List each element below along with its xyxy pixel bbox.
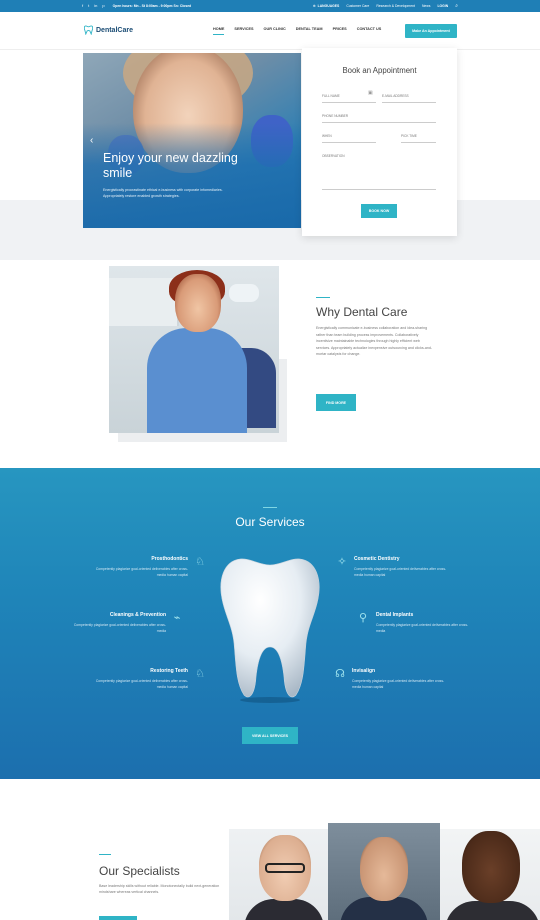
email-label: E-MAIL ADDRESS: [382, 94, 409, 98]
photo-face: [175, 274, 221, 332]
services-accent-line: [263, 507, 277, 508]
nav-home[interactable]: HOME: [213, 27, 225, 35]
language-label: LANGUAGES: [317, 4, 340, 8]
image-frame-right: [279, 359, 287, 442]
specialists-text: Base leadership skills without reliable.…: [99, 884, 220, 894]
service-text: Competently plagiarize goal-oriented del…: [73, 622, 166, 633]
specialists-button[interactable]: [99, 916, 137, 920]
why-title: Why Dental Care: [316, 305, 408, 319]
search-icon[interactable]: ⌕: [455, 3, 458, 9]
nav-dental-team[interactable]: DENTAL TEAM: [296, 27, 323, 35]
twitter-icon[interactable]: t: [88, 4, 89, 8]
service-text: Competently plagiarize goal-oriented del…: [354, 566, 447, 577]
phone-label: PHONE NUMBER: [322, 114, 349, 118]
tooth-restore-icon: ♘: [195, 668, 205, 680]
link-customer-care[interactable]: Customer Care: [346, 4, 369, 8]
nav-services[interactable]: SERVICES: [234, 27, 253, 35]
service-title: Dental Implants: [376, 612, 414, 618]
hero-headline: Enjoy your new dazzling smile: [103, 151, 238, 180]
service-title: Invisalign: [352, 668, 376, 674]
link-news[interactable]: News: [422, 4, 430, 8]
pinterest-icon[interactable]: p: [102, 4, 104, 8]
implant-icon: ⚲: [358, 612, 368, 624]
tooth-illustration: [220, 558, 320, 703]
link-research[interactable]: Research & Development: [376, 4, 415, 8]
why-text: Energistically communicate e-business co…: [316, 326, 433, 356]
service-prosthodontics[interactable]: Prosthodontics Competently plagiarize go…: [88, 556, 188, 578]
specialists-title: Our Specialists: [99, 864, 180, 878]
make-appointment-button[interactable]: Make An Appointment: [405, 24, 457, 38]
hero-text: Energistically procrastinate ethical e-b…: [103, 188, 223, 198]
service-text: Competently plagiarize goal-oriented del…: [376, 622, 469, 633]
service-title: Cosmetic Dentistry: [354, 556, 400, 562]
language-selector[interactable]: ⊕ LANGUAGES: [313, 4, 340, 8]
nav-contact-us[interactable]: CONTACT US: [357, 27, 382, 35]
pick-time-label: PICK TIME: [401, 134, 417, 138]
tooth-icon: ♘: [195, 556, 205, 568]
when-label: WHEN: [322, 134, 332, 138]
specialists-accent-line: [99, 854, 111, 855]
facebook-icon[interactable]: f: [82, 4, 83, 8]
observation-label: OBSERVATION: [322, 154, 345, 158]
service-title: Prosthodontics: [151, 556, 188, 562]
specialist-photo-3[interactable]: [440, 829, 540, 920]
service-text: Competently plagiarize goal-oriented del…: [352, 678, 445, 689]
nav-our-clinic[interactable]: OUR CLINIC: [264, 27, 286, 35]
photo-body: [445, 901, 540, 920]
slider-prev-icon[interactable]: ‹: [90, 135, 93, 146]
image-frame-bottom: [118, 433, 287, 442]
brand-name: DentalCare: [96, 26, 133, 34]
full-name-label: FULL NAME: [322, 94, 340, 98]
nav-menu: HOME SERVICES OUR CLINIC DENTAL TEAM PRI…: [213, 27, 381, 35]
tooth-logo-icon: [84, 25, 93, 35]
link-login[interactable]: LOGIN: [437, 4, 448, 8]
phone-field[interactable]: PHONE NUMBER: [322, 114, 436, 123]
when-field[interactable]: WHEN: [322, 134, 376, 143]
specialist-photo-2[interactable]: [328, 823, 440, 920]
brand-logo[interactable]: DentalCare: [84, 25, 133, 35]
dentist-photo: [109, 266, 279, 433]
pick-time-field[interactable]: PICK TIME: [401, 134, 436, 143]
main-nav: DentalCare HOME SERVICES OUR CLINIC DENT…: [0, 12, 540, 50]
why-accent-line: [316, 297, 330, 298]
linkedin-icon[interactable]: in: [94, 4, 97, 8]
find-more-button[interactable]: FIND MORE: [316, 394, 356, 411]
photo-face: [462, 831, 520, 903]
nav-prices[interactable]: PRICES: [333, 27, 347, 35]
book-now-button[interactable]: BOOK NOW: [361, 204, 397, 218]
service-text: Competently plagiarize goal-oriented del…: [95, 566, 188, 577]
aligner-icon: ☊: [335, 668, 345, 680]
service-title: Restoring Teeth: [150, 668, 188, 674]
appointment-form-title: Book an Appointment: [342, 66, 417, 75]
observation-textarea[interactable]: OBSERVATION: [322, 154, 436, 190]
photo-face: [360, 837, 408, 901]
service-restoring-teeth[interactable]: Restoring Teeth Competently plagiarize g…: [88, 668, 188, 690]
opening-hours: Open hours: Mn - St 8:00am - 9:00pm Sn: …: [112, 4, 192, 8]
appointment-form: Book an Appointment FULL NAME ▣ E-MAIL A…: [302, 48, 457, 236]
tooth-sparkle-icon: ✧: [337, 556, 347, 568]
globe-icon: ⊕: [312, 4, 316, 8]
service-invisalign[interactable]: Invisalign Competently plagiarize goal-o…: [352, 668, 452, 690]
user-icon: ▣: [368, 90, 373, 96]
toothbrush-icon: ⌁: [173, 612, 181, 624]
service-cleanings-prevention[interactable]: Cleanings & Prevention Competently plagi…: [66, 612, 166, 634]
service-title: Cleanings & Prevention: [109, 612, 166, 618]
email-field[interactable]: E-MAIL ADDRESS: [382, 94, 436, 103]
hero-slider: ‹ Enjoy your new dazzling smile Energist…: [83, 53, 301, 228]
specialist-photo-1[interactable]: [229, 829, 328, 920]
service-cosmetic-dentistry[interactable]: Cosmetic Dentistry Competently plagiariz…: [354, 556, 454, 578]
view-all-services-button[interactable]: VIEW ALL SERVICES: [242, 727, 298, 744]
social-icons: f t in p: [82, 4, 105, 8]
photo-body: [244, 899, 324, 920]
top-links: ⊕ LANGUAGES Customer Care Research & Deve…: [313, 3, 458, 9]
service-dental-implants[interactable]: Dental Implants Competently plagiarize g…: [376, 612, 476, 634]
photo-lamp: [229, 284, 259, 302]
service-text: Competently plagiarize goal-oriented del…: [95, 678, 188, 689]
services-title: Our Services: [235, 515, 305, 529]
glasses-icon: [265, 863, 305, 873]
photo-scrubs: [147, 328, 247, 433]
top-bar: f t in p Open hours: Mn - St 8:00am - 9:…: [0, 0, 540, 12]
